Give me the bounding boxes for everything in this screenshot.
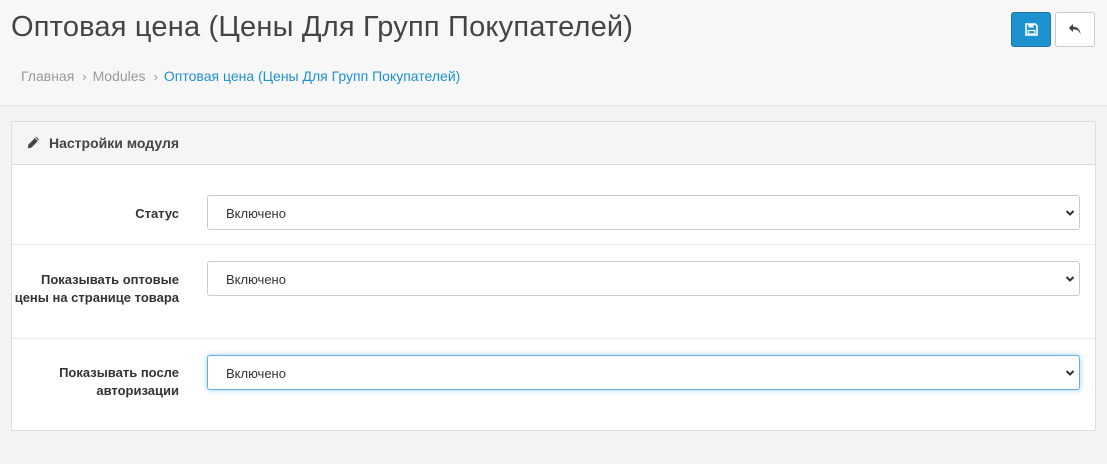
panel-title: Настройки модуля	[49, 135, 180, 151]
page-title: Оптовая цена (Цены Для Групп Покупателей…	[11, 11, 634, 43]
page-header: Оптовая цена (Цены Для Групп Покупателей…	[0, 0, 1107, 106]
chevron-down-icon	[1065, 370, 1075, 376]
status-label: Статус	[135, 206, 179, 221]
breadcrumb-home[interactable]: Главная	[21, 68, 74, 84]
form-row-show-after-auth: Показывать после авторизации Включено	[12, 339, 1095, 431]
back-button[interactable]	[1055, 12, 1095, 47]
panel-heading: Настройки модуля	[12, 122, 1095, 165]
breadcrumb-separator: ›	[82, 69, 87, 84]
floppy-disk-icon	[1024, 23, 1038, 36]
show-wholesale-select-value: Включено	[226, 272, 286, 287]
breadcrumb-separator: ›	[153, 69, 158, 84]
show-after-auth-select[interactable]: Включено	[207, 355, 1080, 390]
settings-panel: Настройки модуля Статус Включено Показыв…	[11, 121, 1096, 431]
status-select-value: Включено	[226, 206, 286, 221]
breadcrumb-modules[interactable]: Modules	[93, 68, 146, 84]
pencil-icon	[27, 136, 40, 149]
breadcrumb: Главная › Modules › Оптовая цена (Цены Для Г…	[21, 68, 460, 84]
show-after-auth-label: Показывать после авторизации	[59, 365, 179, 398]
status-select[interactable]: Включено	[207, 195, 1080, 230]
form-row-show-wholesale: Показывать оптовые цены на странице това…	[12, 245, 1095, 339]
chevron-down-icon	[1065, 276, 1075, 282]
save-button[interactable]	[1011, 12, 1051, 47]
reply-arrow-icon	[1068, 24, 1081, 35]
chevron-down-icon	[1065, 210, 1075, 216]
breadcrumb-current[interactable]: Оптовая цена (Цены Для Групп Покупателей…	[164, 68, 460, 84]
show-wholesale-select[interactable]: Включено	[207, 261, 1080, 296]
show-wholesale-label: Показывать оптовые цены на странице това…	[14, 272, 179, 305]
show-after-auth-select-value: Включено	[226, 366, 286, 381]
form-row-status: Статус Включено	[12, 165, 1095, 245]
